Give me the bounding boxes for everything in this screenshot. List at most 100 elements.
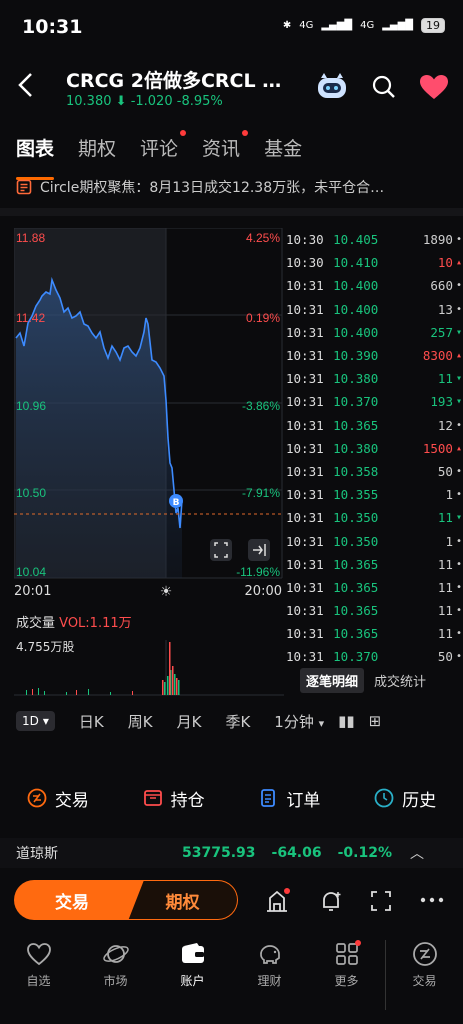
nav-wealth[interactable]: 理财 bbox=[231, 940, 308, 1010]
trade-price: 10.350 bbox=[333, 510, 379, 526]
trade-volume: 11 bbox=[437, 579, 453, 595]
history-action[interactable]: 历史 bbox=[347, 778, 463, 818]
pct-label: 0.19% bbox=[246, 311, 280, 325]
trade-circle-icon bbox=[412, 942, 437, 966]
trade-row: 10:31 10.365 11 • bbox=[286, 553, 462, 576]
more-dots-icon[interactable] bbox=[420, 896, 444, 904]
direction-marker: • bbox=[455, 280, 462, 292]
trade-time: 10:31 bbox=[286, 510, 324, 526]
action-label: 交易 bbox=[54, 790, 89, 811]
trade-button[interactable]: 交易 bbox=[14, 880, 144, 920]
nav-trade[interactable]: 交易 bbox=[385, 940, 463, 1010]
collapse-right-icon[interactable] bbox=[248, 539, 270, 561]
trade-ticker-list[interactable]: 10:30 10.405 1890 • 10:30 10.410 10 ▴ 10:31 10.40… bbox=[286, 228, 462, 664]
trade-row: 10:31 10.400 257 ▾ bbox=[286, 321, 462, 344]
trade-price: 10.370 bbox=[333, 394, 379, 410]
trade-price: 10.358 bbox=[333, 463, 379, 479]
direction-marker: • bbox=[455, 419, 462, 431]
tab-news[interactable]: 资讯 bbox=[202, 130, 249, 174]
trade-volume: 12 bbox=[437, 417, 453, 433]
fullscreen-icon[interactable] bbox=[210, 539, 232, 561]
tab-trade-stats[interactable]: 成交统计 bbox=[374, 668, 426, 693]
nav-account[interactable]: 账户 bbox=[154, 940, 231, 1010]
stock-symbol[interactable]: CRCG 2倍做多CRCL … bbox=[66, 66, 281, 93]
wallet-icon bbox=[181, 943, 204, 963]
trade-volume: 8300 bbox=[422, 348, 453, 364]
direction-marker: ▴ bbox=[455, 257, 462, 269]
period-day[interactable]: 日K bbox=[79, 711, 104, 732]
trade-time: 10:31 bbox=[286, 579, 324, 595]
header-actions bbox=[315, 72, 449, 102]
tab-comments[interactable]: 评论 bbox=[140, 130, 187, 174]
period-quarter[interactable]: 季K bbox=[225, 711, 250, 732]
action-label: 持仓 bbox=[170, 790, 205, 811]
tab-fund[interactable]: 基金 bbox=[264, 134, 302, 174]
robot-assistant-icon[interactable] bbox=[315, 72, 349, 102]
trade-price: 10.365 bbox=[333, 626, 379, 642]
y-label: 10.04 bbox=[16, 565, 46, 579]
trade-time: 10:31 bbox=[286, 603, 324, 619]
trade-row: 10:31 10.350 11 ▾ bbox=[286, 506, 462, 529]
trade-time: 10:31 bbox=[286, 463, 324, 479]
button-label: 期权 bbox=[165, 892, 200, 913]
trade-time: 10:31 bbox=[286, 556, 324, 572]
button-label: 交易 bbox=[55, 892, 89, 913]
intraday-chart[interactable]: B 11.88 11.42 10.96 10.50 10.04 4.25% 0.… bbox=[14, 228, 284, 598]
trade-time: 10:31 bbox=[286, 440, 324, 456]
y-label: 10.50 bbox=[16, 486, 46, 500]
period-label: 1分钟 bbox=[274, 712, 314, 731]
stock-header: CRCG 2倍做多CRCL … 10.380 ⬇ -1.020 -8.95% bbox=[0, 56, 463, 120]
buy-marker-label: B bbox=[173, 498, 180, 508]
period-week[interactable]: 周K bbox=[128, 711, 153, 732]
trade-row: 10:31 10.370 50 • bbox=[286, 645, 462, 668]
trade-volume: 10 bbox=[437, 255, 453, 271]
index-ticker[interactable]: 道琼斯 53775.93 -64.06 -0.12% ︿ bbox=[0, 838, 463, 868]
heart-outline-icon bbox=[26, 943, 51, 966]
favorite-heart-icon[interactable] bbox=[419, 74, 449, 100]
network-2: 4G bbox=[360, 20, 375, 31]
positions-action[interactable]: 持仓 bbox=[116, 778, 232, 818]
nav-watchlist[interactable]: 自选 bbox=[0, 940, 77, 1010]
trade-volume: 660 bbox=[430, 278, 453, 294]
positions-icon bbox=[143, 790, 162, 806]
direction-marker: • bbox=[455, 535, 462, 547]
action-label: 历史 bbox=[402, 790, 437, 811]
bottom-navigation: 自选 市场 账户 理财 更多 交易 bbox=[0, 940, 463, 1010]
pct-label: -7.91% bbox=[242, 486, 280, 500]
tab-tick-details[interactable]: 逐笔明细 bbox=[300, 668, 365, 693]
period-1d[interactable]: 1D ▾ bbox=[16, 711, 55, 731]
direction-marker: ▴ bbox=[455, 350, 462, 362]
candlestick-settings-icon[interactable]: ▮▮ bbox=[338, 712, 355, 730]
period-1min[interactable]: 1分钟 ▾ bbox=[274, 711, 324, 732]
orders-action[interactable]: 订单 bbox=[232, 778, 348, 818]
tab-label: 资讯 bbox=[202, 138, 241, 160]
grid-layout-icon[interactable]: ⊞ bbox=[369, 712, 382, 730]
caret-down-icon: ▾ bbox=[42, 714, 49, 728]
index-name: 道琼斯 bbox=[16, 846, 58, 862]
trade-row: 10:31 10.390 8300 ▴ bbox=[286, 344, 462, 367]
pct-label: 4.25% bbox=[246, 231, 280, 245]
period-month[interactable]: 月K bbox=[177, 711, 202, 732]
y-label: 11.42 bbox=[16, 311, 45, 325]
trade-time: 10:31 bbox=[286, 626, 324, 642]
direction-marker: ▴ bbox=[455, 442, 462, 454]
volume-header: 成交量 VOL:1.11万 bbox=[16, 612, 132, 631]
trade-action[interactable]: 交易 bbox=[0, 778, 116, 818]
trade-price: 10.365 bbox=[333, 556, 379, 572]
nav-market[interactable]: 市场 bbox=[77, 940, 154, 1010]
tab-chart[interactable]: 图表 bbox=[16, 134, 55, 180]
chevron-up-icon[interactable]: ︿ bbox=[410, 843, 424, 863]
action-row: 交易 持仓 订单 历史 bbox=[0, 778, 463, 818]
building-icon[interactable] bbox=[264, 888, 290, 914]
trade-volume: 193 bbox=[430, 394, 453, 410]
trade-time: 10:31 bbox=[286, 301, 324, 317]
period-label: 1D bbox=[22, 714, 39, 728]
nav-more[interactable]: 更多 bbox=[308, 940, 385, 1010]
search-icon[interactable] bbox=[371, 74, 397, 100]
news-ticker[interactable]: Circle期权聚焦：8月13日成交12.38万张，未平仓合… bbox=[16, 176, 456, 198]
back-arrow-icon[interactable] bbox=[14, 70, 38, 100]
expand-icon[interactable] bbox=[370, 890, 392, 912]
trade-volume: 50 bbox=[437, 649, 453, 665]
price-alert-bell-icon[interactable] bbox=[318, 888, 344, 914]
tab-options[interactable]: 期权 bbox=[78, 134, 116, 174]
